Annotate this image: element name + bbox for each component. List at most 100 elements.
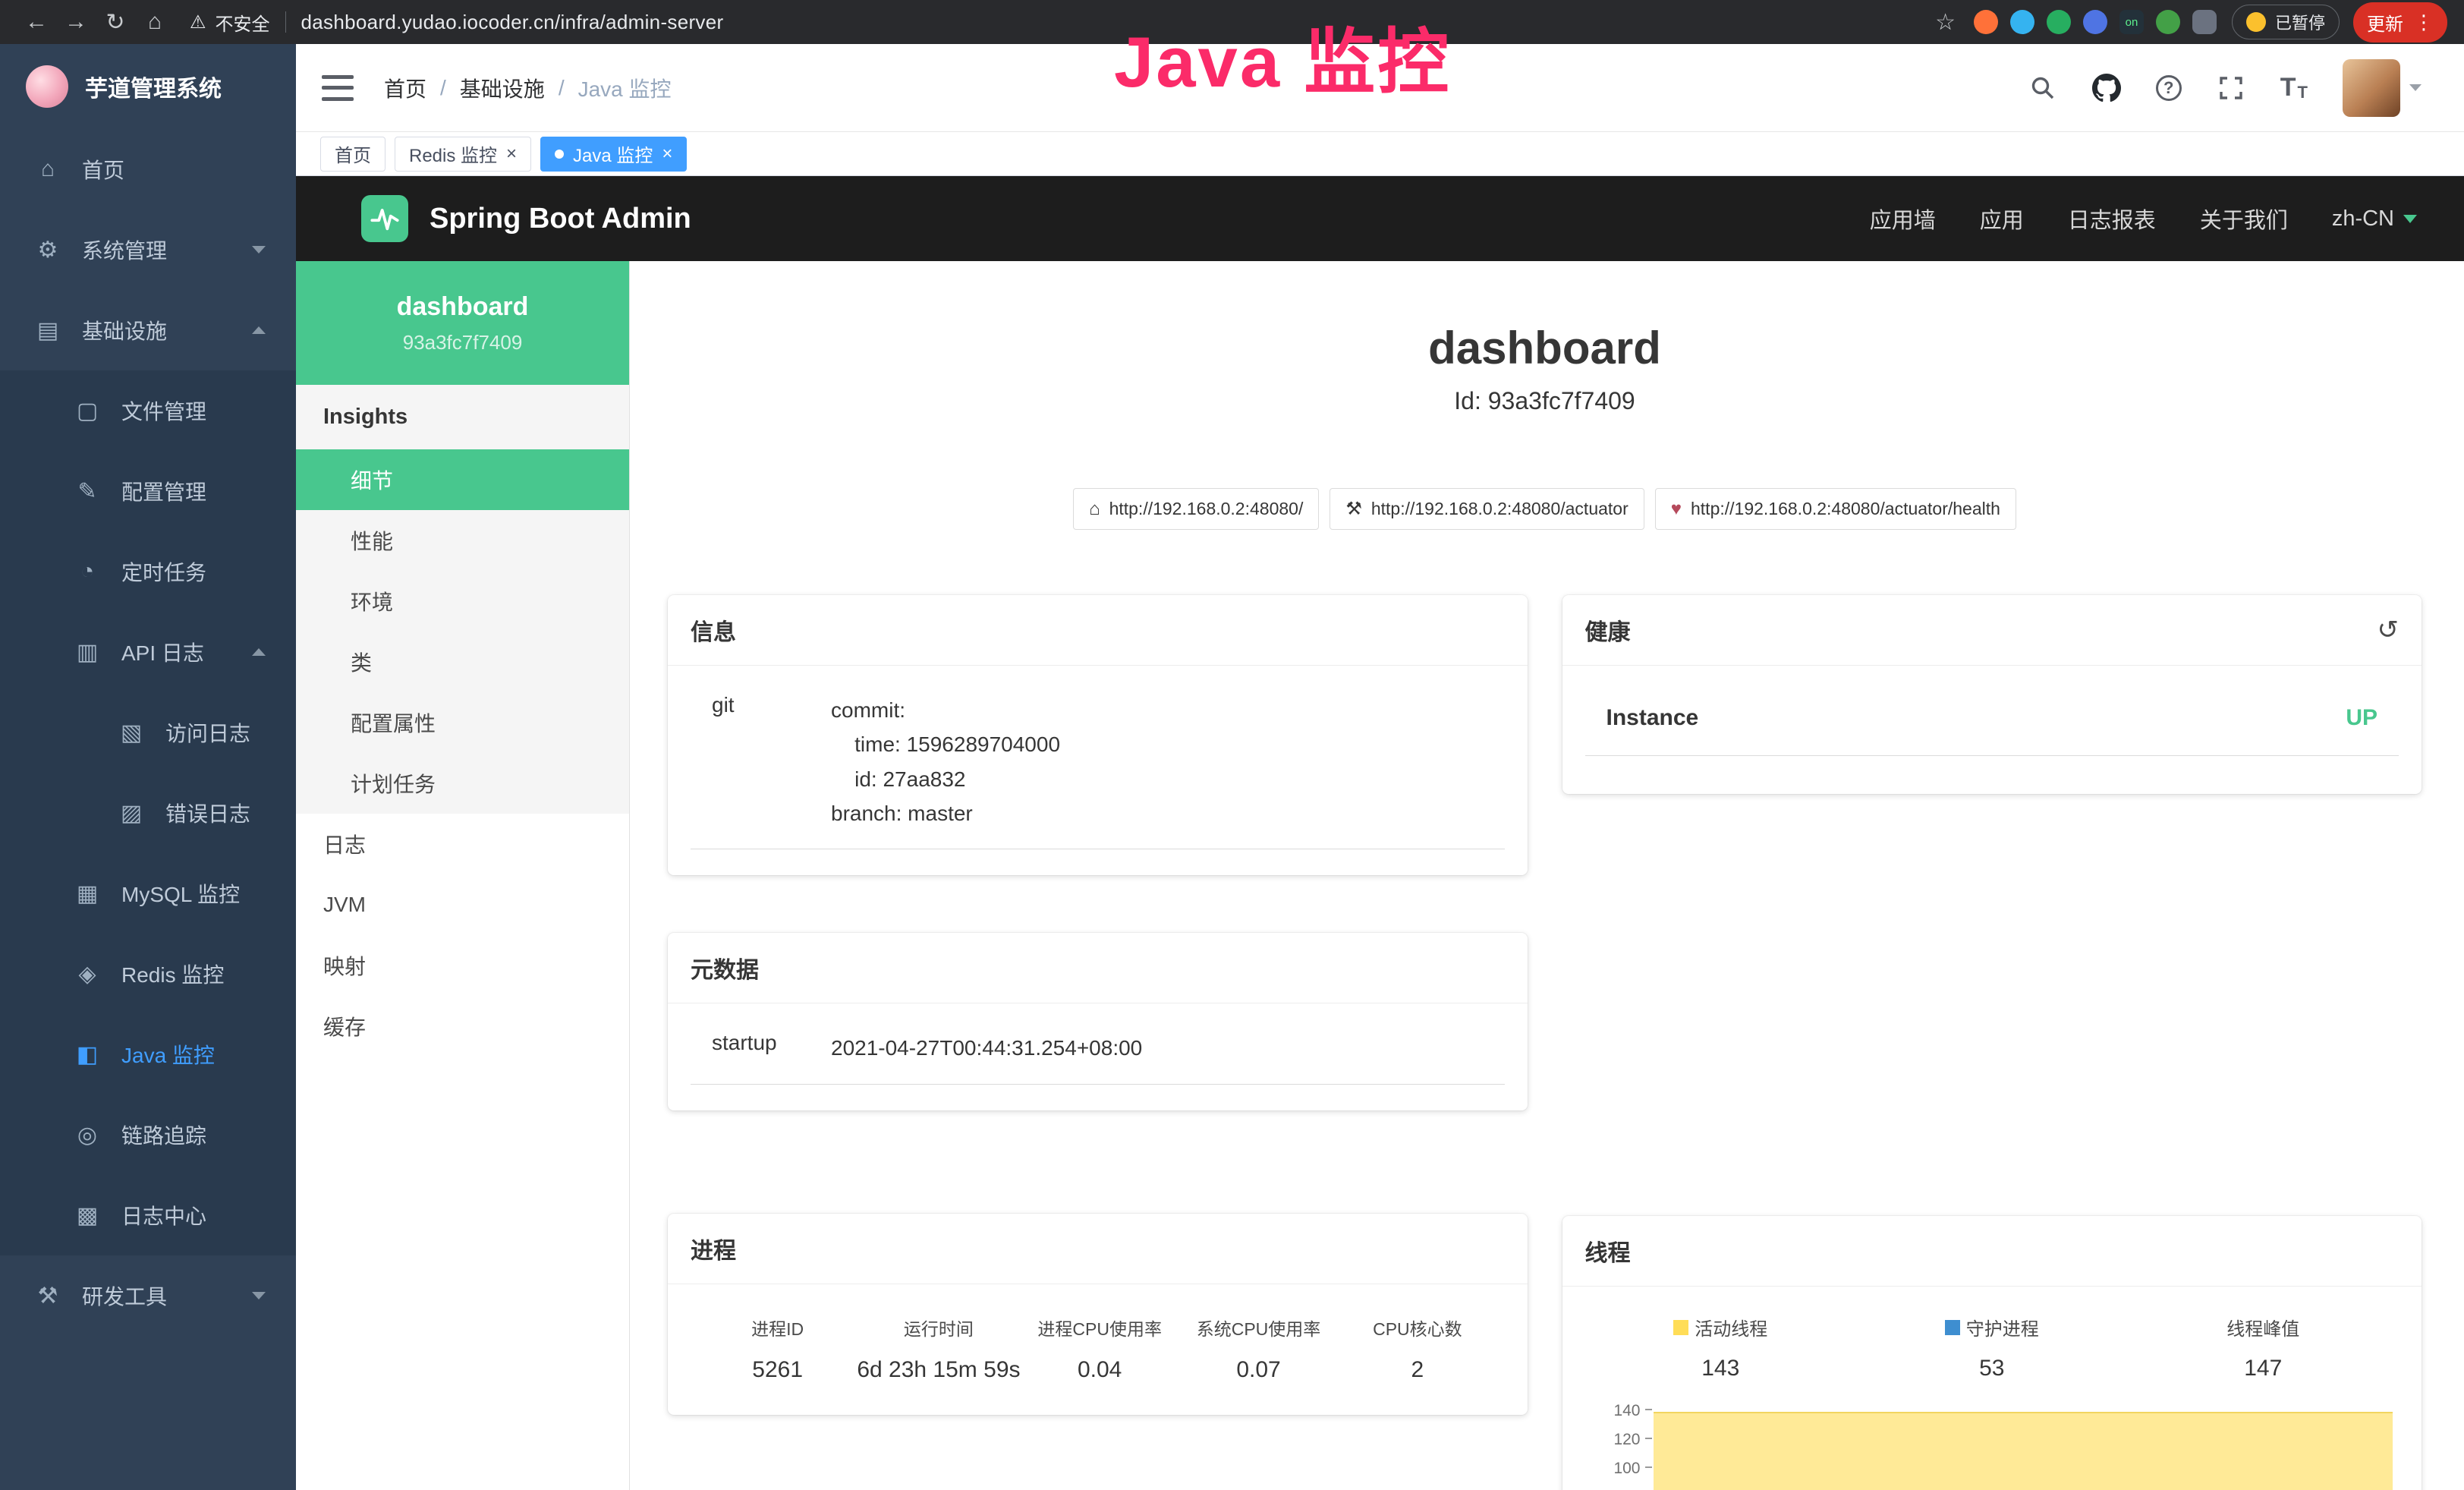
- font-size-icon[interactable]: TT: [2280, 73, 2308, 102]
- tab-home[interactable]: 首页: [320, 137, 385, 172]
- sba-item-mappings[interactable]: 映射: [296, 935, 629, 996]
- sidebar-item-infra[interactable]: ▤ 基础设施: [0, 290, 296, 370]
- service-url-link[interactable]: ⌂ http://192.168.0.2:48080/: [1073, 488, 1319, 530]
- sidebar-item-label: 日志中心: [121, 1200, 206, 1230]
- browser-home-icon[interactable]: ⌂: [135, 9, 175, 35]
- forward-icon[interactable]: →: [56, 9, 96, 35]
- threads-card: 线程 活动线程 143: [1562, 1216, 2422, 1490]
- breadcrumb-home[interactable]: 首页: [384, 73, 426, 103]
- sidebar-item-api-log[interactable]: ▥ API 日志: [0, 612, 296, 692]
- health-url-link[interactable]: ♥ http://192.168.0.2:48080/actuator/heal…: [1655, 488, 2016, 530]
- sidebar-item-label: 配置管理: [121, 476, 206, 506]
- sidebar-item-label: 错误日志: [165, 798, 250, 828]
- security-indicator[interactable]: ⚠ 不安全: [190, 9, 270, 36]
- sidebar-item-error-log[interactable]: ▨ 错误日志: [0, 773, 296, 853]
- sidebar-item-java-monitor[interactable]: ◧ Java 监控: [0, 1014, 296, 1095]
- tools-icon: ⚒: [32, 1283, 64, 1309]
- help-icon[interactable]: ?: [2156, 75, 2182, 101]
- search-icon[interactable]: [2028, 74, 2057, 102]
- extension-on-toggle-icon[interactable]: on: [2119, 10, 2144, 34]
- chevron-down-icon: [2409, 84, 2422, 91]
- health-row-instance: Instance UP: [1585, 693, 2399, 756]
- fullscreen-icon[interactable]: [2217, 74, 2245, 102]
- back-icon[interactable]: ←: [17, 9, 56, 35]
- divider: [285, 11, 286, 33]
- sidebar-item-log-center[interactable]: ▩ 日志中心: [0, 1175, 296, 1255]
- tab-label: 首页: [335, 140, 371, 167]
- sba-brand[interactable]: Spring Boot Admin: [430, 203, 691, 235]
- browser-menu-icon[interactable]: ⋮: [2414, 11, 2434, 34]
- info-row-git: git commit: time: 1596289704000 id: 27aa…: [691, 685, 1505, 849]
- sba-nav-applications[interactable]: 应用: [1980, 203, 2024, 235]
- process-card: 进程 进程ID 5261: [668, 1214, 1528, 1415]
- sidebar-item-file-manage[interactable]: ▢ 文件管理: [0, 370, 296, 451]
- close-icon[interactable]: ×: [506, 145, 517, 163]
- extension-icon[interactable]: [2010, 10, 2034, 34]
- sidebar-item-label: MySQL 监控: [121, 878, 240, 909]
- sidebar-item-home[interactable]: ⌂ 首页: [0, 129, 296, 209]
- threads-card-title: 线程: [1562, 1216, 2422, 1287]
- extension-puzzle-icon[interactable]: [2192, 10, 2217, 34]
- breadcrumb-section[interactable]: 基础设施: [460, 73, 545, 103]
- sidebar-item-config-manage[interactable]: ✎ 配置管理: [0, 451, 296, 531]
- sba-item-jvm[interactable]: JVM: [296, 874, 629, 935]
- tab-redis-monitor[interactable]: Redis 监控 ×: [395, 137, 531, 172]
- github-icon[interactable]: [2092, 74, 2121, 102]
- sba-locale-select[interactable]: zh-CN: [2332, 206, 2417, 232]
- sidebar-item-mysql-monitor[interactable]: ▦ MySQL 监控: [0, 853, 296, 934]
- sba-item-metrics[interactable]: 性能: [296, 510, 629, 571]
- address-bar[interactable]: dashboard.yudao.iocoder.cn/infra/admin-s…: [301, 11, 724, 34]
- sidebar-item-tracing[interactable]: ◎ 链路追踪: [0, 1095, 296, 1175]
- sidebar-item-scheduled-jobs[interactable]: ◔ 定时任务: [0, 531, 296, 612]
- update-button[interactable]: 更新 ⋮: [2353, 2, 2447, 43]
- sba-nav-journal[interactable]: 日志报表: [2068, 203, 2156, 235]
- paused-badge[interactable]: 已暂停: [2232, 5, 2340, 39]
- chevron-down-icon: [252, 246, 266, 254]
- instance-name: dashboard: [397, 292, 529, 322]
- extension-icon[interactable]: [2083, 10, 2107, 34]
- redis-icon: ◈: [71, 961, 103, 988]
- info-card: 信息 git commit: time: 1596289704000 id: 2…: [668, 595, 1528, 875]
- sidebar-item-label: 基础设施: [82, 315, 167, 345]
- sba-item-logs[interactable]: 日志: [296, 814, 629, 874]
- breadcrumb-separator: /: [559, 76, 565, 100]
- extension-icon[interactable]: [2156, 10, 2180, 34]
- health-card: 健康 ↺ Instance UP: [1562, 595, 2422, 794]
- user-menu[interactable]: [2343, 59, 2422, 117]
- tab-java-monitor[interactable]: Java 监控 ×: [540, 137, 687, 172]
- trace-icon: ◎: [71, 1122, 103, 1148]
- extension-icon[interactable]: [1974, 10, 1998, 34]
- avatar[interactable]: [2343, 59, 2400, 117]
- threads-chart-area: [1654, 1412, 2393, 1490]
- metadata-card-title: 元数据: [668, 933, 1528, 1003]
- sba-item-environment[interactable]: 环境: [296, 571, 629, 632]
- sidebar-item-system[interactable]: ⚙ 系统管理: [0, 209, 296, 290]
- sba-item-config-props[interactable]: 配置属性: [296, 692, 629, 753]
- sidebar-item-devtools[interactable]: ⚒ 研发工具: [0, 1255, 296, 1336]
- sba-item-details[interactable]: 细节: [296, 449, 629, 510]
- bookmark-star-icon[interactable]: ☆: [1935, 9, 1956, 36]
- sidebar-item-label: 系统管理: [82, 235, 167, 265]
- hamburger-icon[interactable]: [322, 75, 354, 101]
- sba-item-scheduled-tasks[interactable]: 计划任务: [296, 753, 629, 814]
- refresh-icon[interactable]: ↻: [96, 9, 135, 36]
- sba-item-classes[interactable]: 类: [296, 632, 629, 692]
- sidebar-item-redis-monitor[interactable]: ◈ Redis 监控: [0, 934, 296, 1014]
- home-icon: ⌂: [32, 156, 64, 182]
- instance-header[interactable]: dashboard 93a3fc7f7409: [296, 261, 629, 385]
- sba-item-caches[interactable]: 缓存: [296, 996, 629, 1057]
- sba-nav-wallboard[interactable]: 应用墙: [1870, 203, 1936, 235]
- infra-icon: ▤: [32, 317, 64, 344]
- sidebar-item-label: 访问日志: [165, 717, 250, 748]
- legend-daemon-threads: 守护进程 53: [1856, 1314, 2128, 1381]
- sba-nav-about[interactable]: 关于我们: [2200, 203, 2288, 235]
- actuator-url-link[interactable]: ⚒ http://192.168.0.2:48080/actuator: [1330, 488, 1644, 530]
- locale-label: zh-CN: [2332, 206, 2394, 232]
- history-icon[interactable]: ↺: [2377, 615, 2399, 645]
- sidebar-item-access-log[interactable]: ▧ 访问日志: [0, 692, 296, 773]
- close-icon[interactable]: ×: [662, 145, 672, 163]
- extension-icon[interactable]: [2047, 10, 2071, 34]
- breadcrumb-current: Java 监控: [578, 73, 672, 103]
- metadata-row-startup: startup 2021-04-27T00:44:31.254+08:00: [691, 1023, 1505, 1084]
- app-logo-row[interactable]: 芋道管理系统: [0, 44, 296, 129]
